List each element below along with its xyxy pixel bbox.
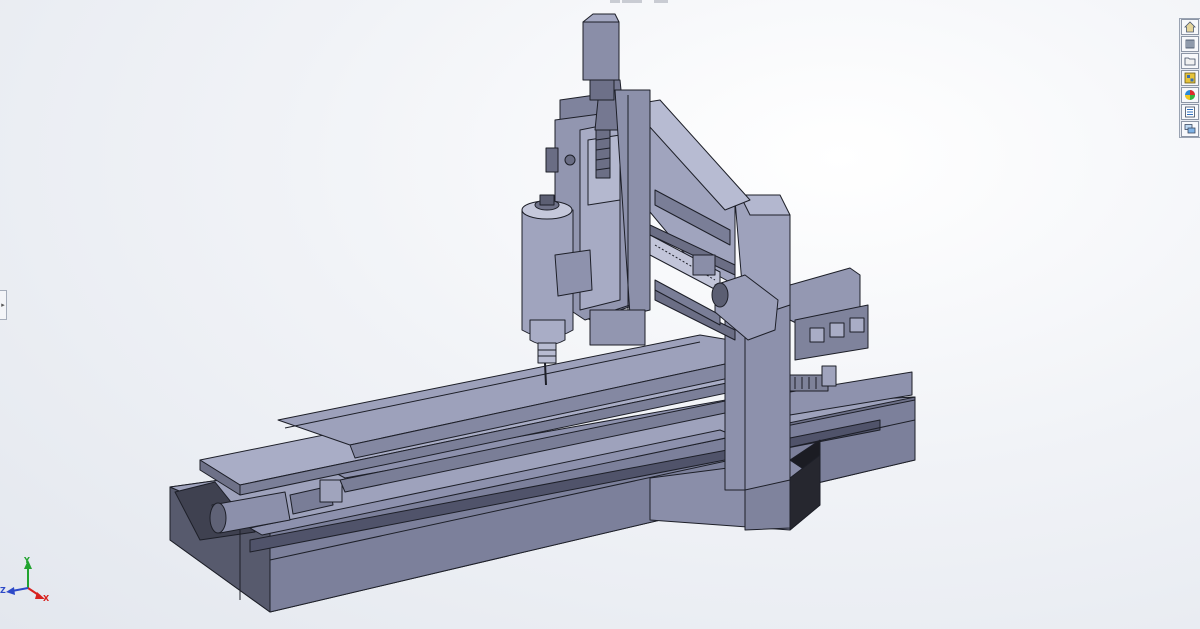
home-icon[interactable]: [1181, 19, 1199, 35]
appearance-scenes-icon[interactable]: [1181, 87, 1199, 103]
task-pane: [1179, 18, 1200, 138]
custom-properties-icon[interactable]: [1181, 104, 1199, 120]
triad-y-label: Y: [24, 556, 30, 565]
rear-motor-block: [789, 267, 869, 361]
triad-x-label: X: [43, 594, 50, 603]
cnc-router-model[interactable]: [0, 0, 1200, 629]
forum-icon[interactable]: [1181, 121, 1199, 137]
view-palette-icon[interactable]: [1181, 70, 1199, 86]
z-ball-screw: [595, 129, 611, 179]
resources-icon[interactable]: [1181, 36, 1199, 52]
graphics-area[interactable]: ▸ Y X Z: [0, 0, 1200, 629]
folder-icon[interactable]: [1181, 53, 1199, 69]
z-column: [589, 309, 646, 346]
triad-z-label: Z: [0, 586, 6, 595]
triad-axes-icon: [6, 560, 45, 599]
reference-triad: Y X Z: [0, 556, 60, 606]
feature-manager-collapse-handle[interactable]: ▸: [0, 290, 7, 320]
z-axis-motor: [582, 13, 620, 101]
